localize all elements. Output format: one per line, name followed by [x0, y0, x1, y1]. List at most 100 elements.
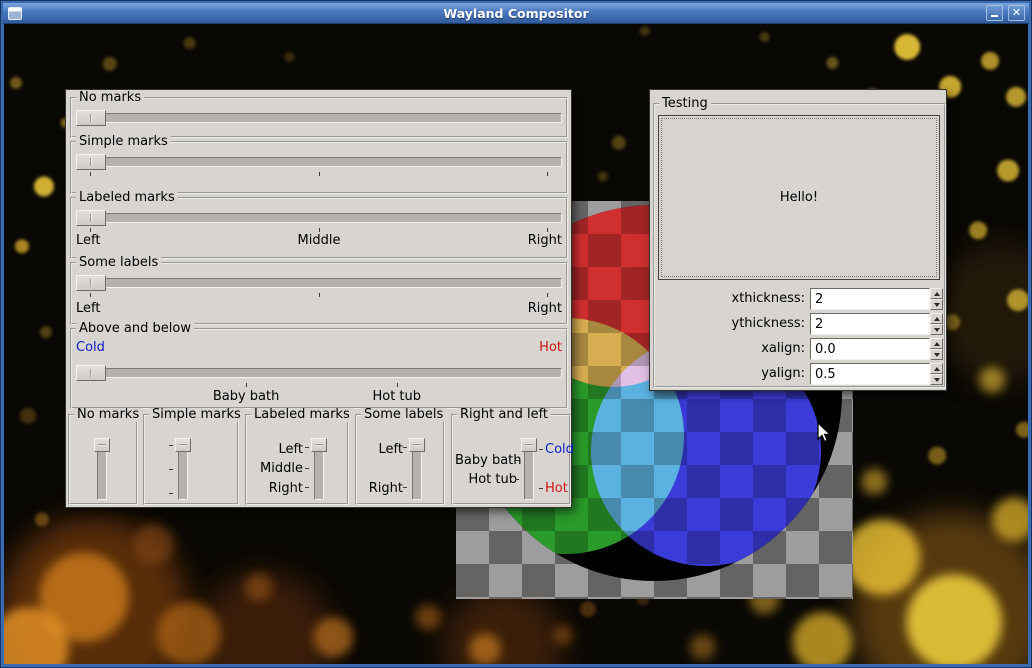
- arrow-down-icon: [934, 353, 940, 357]
- minimize-button[interactable]: [986, 5, 1003, 21]
- slider-trough[interactable]: [76, 278, 562, 288]
- some-labels-hscale[interactable]: [76, 275, 562, 291]
- slider-handle[interactable]: [76, 275, 106, 291]
- spin-up-button[interactable]: [930, 313, 943, 324]
- slider-handle[interactable]: [94, 438, 110, 452]
- slider-trough[interactable]: [76, 157, 562, 167]
- mark-label-hot-tub: Hot tub: [372, 390, 421, 403]
- mouse-cursor: [817, 422, 833, 444]
- scale-mark: [90, 228, 91, 232]
- yalign-spinner: [930, 363, 943, 385]
- frame-testing-title: Testing: [659, 97, 711, 111]
- right-left-vscale[interactable]: [521, 438, 537, 500]
- hello-label: Hello!: [661, 118, 937, 277]
- scale-mark: [169, 445, 173, 446]
- spin-down-button[interactable]: [930, 349, 943, 360]
- slider-handle[interactable]: [76, 110, 106, 126]
- slider-handle[interactable]: [76, 210, 106, 226]
- arrow-down-icon: [934, 378, 940, 382]
- scale-mark: [539, 488, 543, 489]
- simple-marks-hscale[interactable]: [76, 154, 562, 170]
- scale-mark: [319, 228, 320, 232]
- ythickness-label: ythickness:: [680, 316, 805, 331]
- no-marks-vscale[interactable]: [94, 438, 110, 500]
- xalign-spinner: [930, 338, 943, 360]
- mark-label-hot: Hot: [539, 341, 562, 354]
- no-marks-hscale[interactable]: [76, 110, 562, 126]
- scale-mark: [515, 479, 519, 480]
- compositor-window: Wayland Compositor ✕: [0, 0, 1032, 668]
- scale-mark: [403, 487, 407, 488]
- scale-mark: [515, 460, 519, 461]
- arrow-down-icon: [934, 303, 940, 307]
- mark-label-baby-bath: Baby bath: [213, 390, 280, 403]
- mark-label-right: Right: [528, 234, 562, 247]
- scale-mark: [539, 449, 543, 450]
- slider-trough[interactable]: [76, 368, 562, 378]
- labeled-marks-hscale[interactable]: [76, 210, 562, 226]
- scale-mark: [305, 447, 309, 448]
- slider-trough[interactable]: [76, 213, 562, 223]
- xalign-input[interactable]: [810, 338, 930, 360]
- spin-up-button[interactable]: [930, 363, 943, 374]
- slider-trough[interactable]: [76, 113, 562, 123]
- slider-handle[interactable]: [409, 438, 425, 452]
- spin-up-button[interactable]: [930, 338, 943, 349]
- scale-mark: [547, 293, 548, 297]
- close-button[interactable]: ✕: [1008, 5, 1025, 21]
- scale-mark: [319, 293, 320, 297]
- simple-marks-vscale[interactable]: [175, 438, 191, 500]
- slider-handle[interactable]: [76, 365, 106, 381]
- frame-v-no-marks: No marks: [68, 414, 138, 505]
- scale-mark: [90, 293, 91, 297]
- slider-handle[interactable]: [175, 438, 191, 452]
- frame-v-labeled-marks-title: Labeled marks: [251, 408, 353, 422]
- slider-handle[interactable]: [76, 154, 106, 170]
- slider-handle[interactable]: [521, 438, 537, 452]
- mark-label-left: Left: [251, 443, 303, 456]
- close-icon: ✕: [1009, 6, 1024, 20]
- frame-no-marks: No marks: [70, 97, 568, 138]
- frame-some-labels: Some labels Left Right: [70, 262, 568, 325]
- spin-down-button[interactable]: [930, 299, 943, 310]
- spin-down-button[interactable]: [930, 324, 943, 335]
- mark-label-left: Left: [76, 302, 100, 315]
- arrow-down-icon: [934, 328, 940, 332]
- scale-mark: [305, 487, 309, 488]
- xthickness-label: xthickness:: [680, 291, 805, 306]
- window-title: Wayland Compositor: [3, 6, 1029, 21]
- frame-v-no-marks-title: No marks: [74, 408, 142, 422]
- labeled-marks-vscale[interactable]: [311, 438, 327, 500]
- frame-labeled-marks: Labeled marks Left Middle Right: [70, 197, 568, 259]
- scale-mark: [403, 447, 407, 448]
- titlebar[interactable]: Wayland Compositor ✕: [3, 3, 1029, 24]
- yalign-input[interactable]: [810, 363, 930, 385]
- scale-mark: [246, 383, 247, 387]
- frame-v-some-labels: Some labels Left Right: [355, 414, 445, 505]
- some-labels-vscale[interactable]: [409, 438, 425, 500]
- mark-label-right: Right: [361, 482, 403, 495]
- slider-handle[interactable]: [311, 438, 327, 452]
- xalign-label: xalign:: [680, 341, 805, 356]
- mark-label-middle: Middle: [298, 234, 341, 247]
- frame-simple-marks: Simple marks: [70, 141, 568, 194]
- spin-down-button[interactable]: [930, 374, 943, 385]
- mark-label-hot: Hot: [545, 482, 568, 495]
- scales-window: No marks Simple marks: [65, 89, 572, 508]
- mark-label-right: Right: [528, 302, 562, 315]
- hello-box: Hello!: [658, 115, 940, 280]
- arrow-up-icon: [934, 292, 940, 296]
- mark-label-baby-bath: Baby bath: [455, 454, 517, 467]
- arrow-up-icon: [934, 367, 940, 371]
- spin-up-button[interactable]: [930, 288, 943, 299]
- testing-window: Testing Hello! xthickness: ythickness: x…: [649, 89, 947, 391]
- above-below-hscale[interactable]: [76, 365, 562, 381]
- scale-mark: [397, 383, 398, 387]
- scale-mark: [547, 228, 548, 232]
- xthickness-input[interactable]: [810, 288, 930, 310]
- scale-mark: [319, 172, 320, 176]
- mark-label-hot-tub: Hot tub: [455, 473, 517, 486]
- arrow-up-icon: [934, 342, 940, 346]
- frame-v-some-labels-title: Some labels: [361, 408, 446, 422]
- ythickness-input[interactable]: [810, 313, 930, 335]
